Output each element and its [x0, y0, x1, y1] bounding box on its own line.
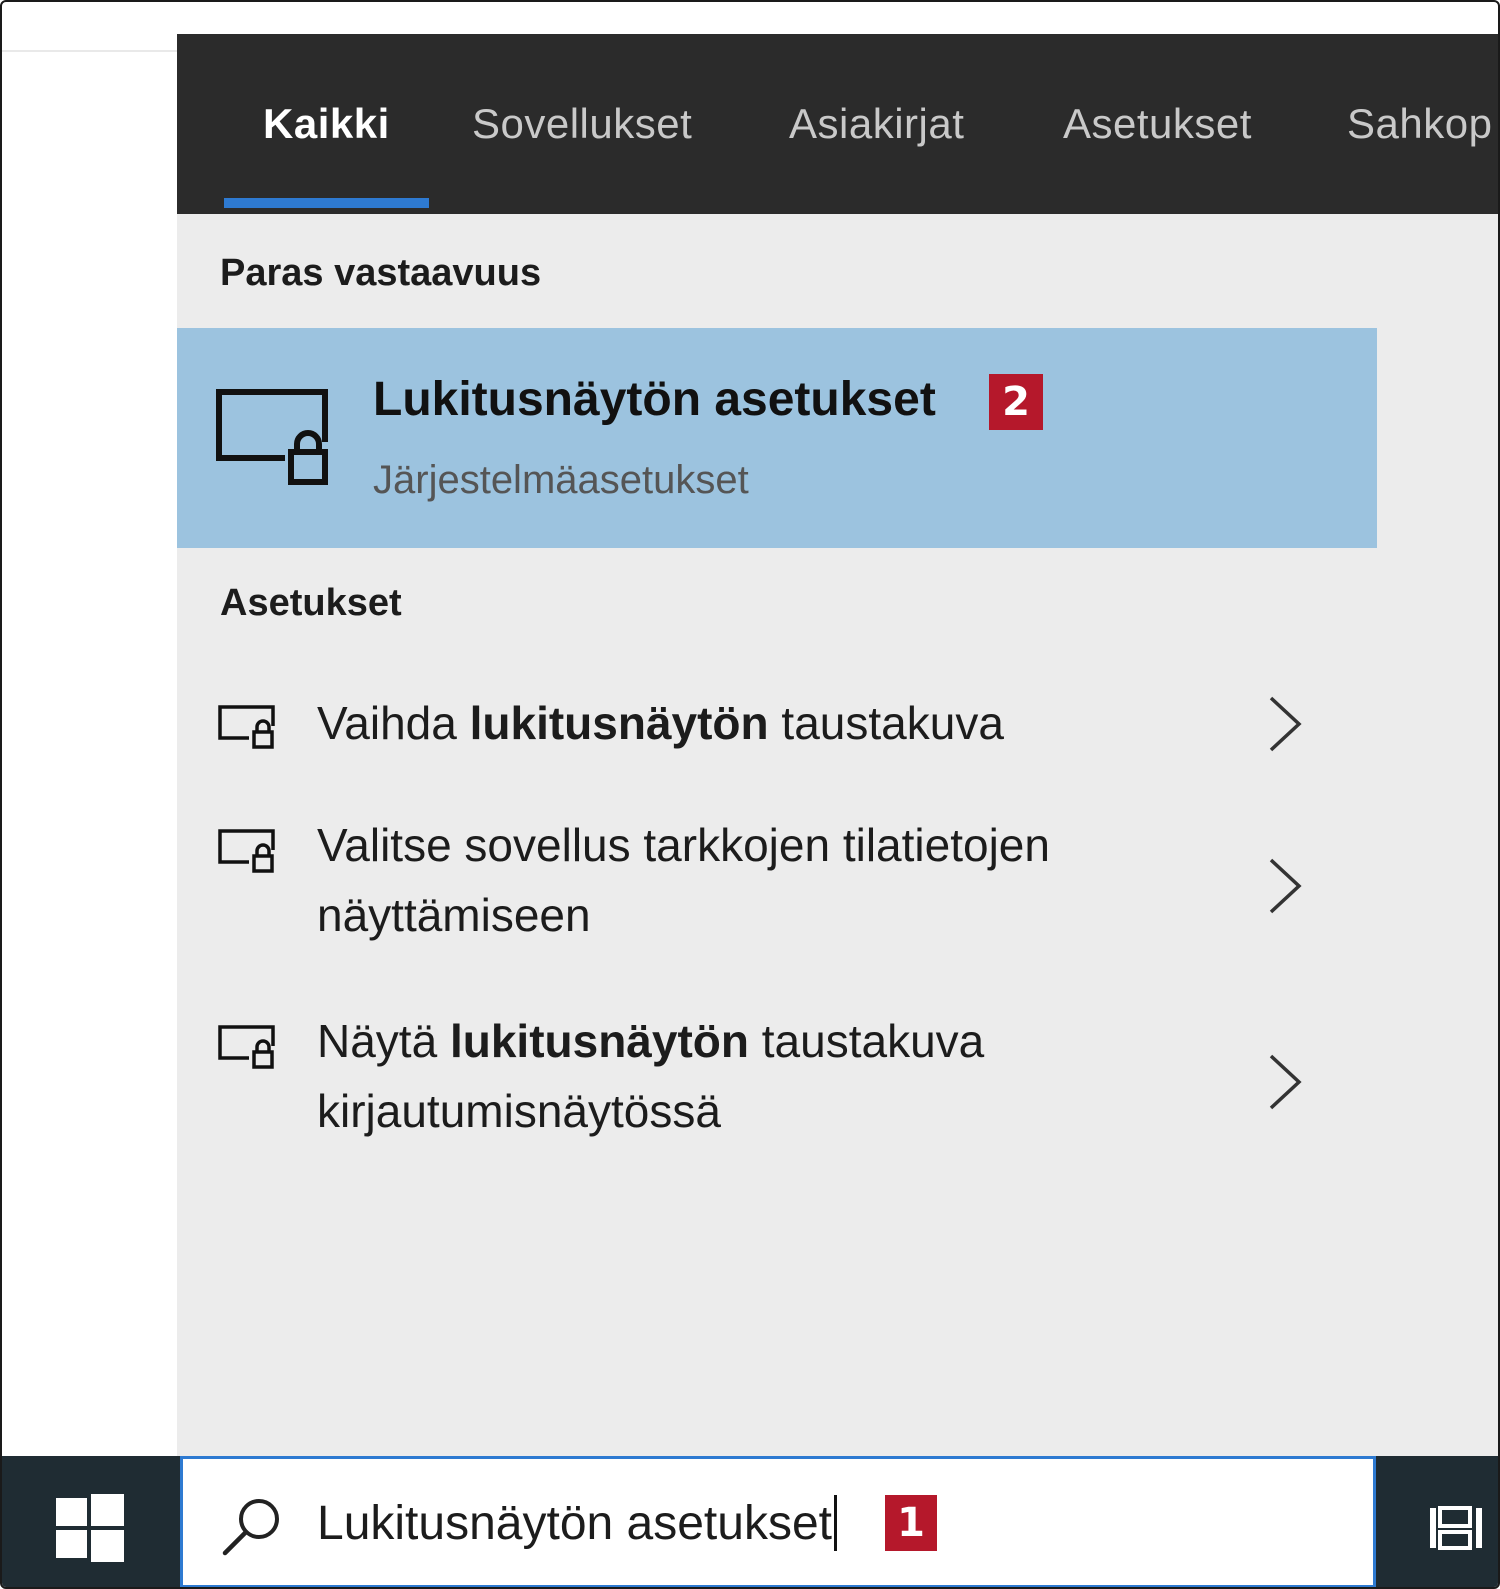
- chevron-right-icon: [1269, 1054, 1302, 1110]
- chevron-right-icon: [1269, 696, 1302, 752]
- best-match-item[interactable]: Lukitusnäytön asetukset 2 Järjestelmäase…: [177, 328, 1377, 548]
- settings-heading: Asetukset: [220, 582, 402, 624]
- lock-screen-icon: [218, 705, 275, 749]
- setting-text-pre: Vaihda: [317, 697, 470, 749]
- chevron-right-icon: [1269, 858, 1302, 914]
- taskbar: Lukitusnäytön asetukset 1: [2, 1456, 1498, 1587]
- tab-documents[interactable]: Asiakirjat: [789, 100, 964, 148]
- tab-settings[interactable]: Asetukset: [1063, 100, 1252, 148]
- setting-text-bold: lukitusnäytön: [469, 697, 769, 749]
- windows-start-icon[interactable]: [54, 1492, 126, 1564]
- setting-item-show-wallpaper-signin[interactable]: Näytä lukitusnäytön taustakuva kirjautum…: [177, 980, 1377, 1170]
- search-panel: Kaikki Sovellukset Asiakirjat Asetukset …: [177, 34, 1498, 1456]
- background-divider: [2, 50, 182, 52]
- tab-email[interactable]: Sahkop: [1347, 100, 1492, 148]
- taskbar-search-box[interactable]: Lukitusnäytön asetukset 1: [180, 1456, 1376, 1587]
- search-icon: [222, 1499, 279, 1556]
- lock-screen-icon: [216, 389, 328, 485]
- active-tab-indicator: [224, 198, 429, 208]
- search-tab-bar: Kaikki Sovellukset Asiakirjat Asetukset …: [177, 34, 1498, 214]
- screenshot-frame: Kaikki Sovellukset Asiakirjat Asetukset …: [0, 0, 1500, 1589]
- results-list: Paras vastaavuus Lukitusnäytön asetukset…: [177, 214, 1377, 1456]
- setting-text-pre: Valitse sovellus tarkkojen tilatietojen …: [317, 819, 1050, 941]
- search-input[interactable]: Lukitusnäytön asetukset: [317, 1496, 832, 1551]
- tab-apps[interactable]: Sovellukset: [472, 100, 692, 148]
- lock-screen-icon: [218, 1025, 275, 1069]
- task-view-icon[interactable]: [1428, 1502, 1488, 1554]
- step-badge-2: 2: [989, 374, 1043, 430]
- setting-text-post: taustakuva: [768, 697, 1004, 749]
- lock-screen-icon: [218, 829, 275, 873]
- best-match-subtitle: Järjestelmäasetukset: [373, 458, 749, 502]
- best-match-title: Lukitusnäytön asetukset: [373, 373, 936, 426]
- setting-item-detailed-status-app[interactable]: Valitse sovellus tarkkojen tilatietojen …: [177, 784, 1377, 974]
- setting-text-pre: Näytä: [317, 1015, 450, 1067]
- setting-item-change-wallpaper[interactable]: Vaihda lukitusnäytön taustakuva: [177, 664, 1377, 774]
- tab-all[interactable]: Kaikki: [263, 100, 390, 148]
- setting-text-bold: lukitusnäytön: [449, 1015, 749, 1067]
- step-badge-1: 1: [885, 1495, 937, 1551]
- best-match-heading: Paras vastaavuus: [220, 252, 542, 294]
- text-caret: [834, 1495, 837, 1551]
